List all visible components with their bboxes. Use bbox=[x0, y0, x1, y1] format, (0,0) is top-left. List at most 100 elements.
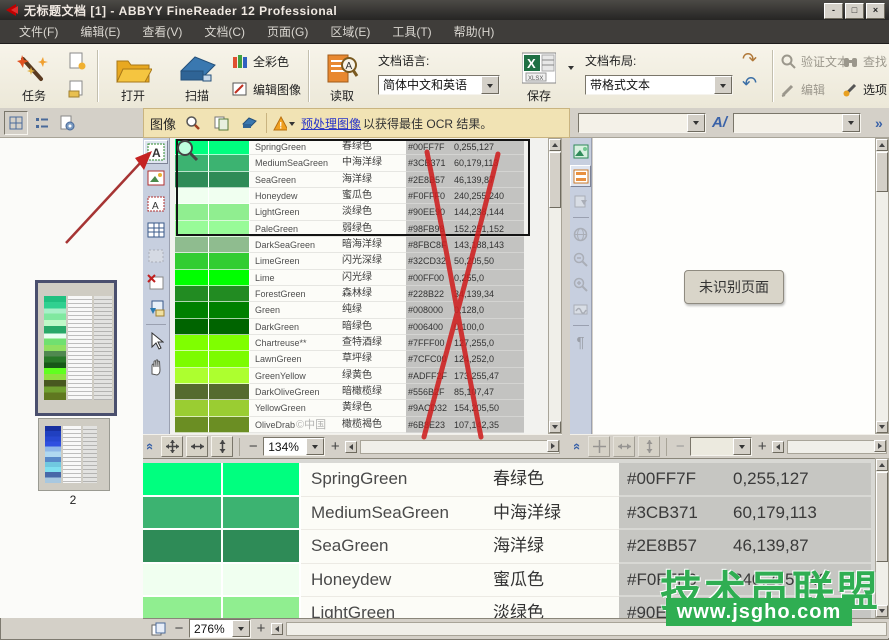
more-tools-button[interactable]: » bbox=[875, 115, 883, 131]
scroll-up-button[interactable] bbox=[876, 459, 888, 471]
verify-text-button[interactable]: 验证文本 bbox=[781, 51, 849, 71]
scroll-thumb[interactable] bbox=[876, 472, 888, 562]
maximize-button[interactable]: □ bbox=[845, 3, 864, 19]
thumbnails-view-button[interactable] bbox=[4, 111, 28, 135]
new-page-button[interactable] bbox=[64, 49, 90, 73]
style-combobox[interactable] bbox=[578, 113, 706, 133]
zoom-out-button[interactable]: − bbox=[673, 438, 687, 455]
chevron-down-icon[interactable] bbox=[687, 114, 705, 132]
minimize-button[interactable]: - bbox=[824, 3, 843, 19]
scroll-thumb[interactable] bbox=[876, 152, 888, 192]
delete-region-tool[interactable] bbox=[144, 270, 168, 294]
text-view[interactable]: 未识别页面 bbox=[593, 138, 875, 435]
collapse-panel-button[interactable]: « bbox=[143, 443, 158, 450]
image-vertical-scrollbar[interactable] bbox=[548, 138, 562, 434]
show-layout-button[interactable] bbox=[570, 165, 591, 187]
sign-text-button[interactable] bbox=[570, 298, 591, 320]
scroll-down-button[interactable] bbox=[549, 421, 561, 433]
task-button[interactable]: 任务 bbox=[8, 46, 60, 104]
open-button[interactable]: 打开 bbox=[104, 46, 162, 104]
zoom-out-button[interactable]: − bbox=[172, 620, 186, 637]
page-properties-button[interactable] bbox=[56, 112, 78, 134]
scroll-up-button[interactable] bbox=[876, 139, 888, 151]
menu-item[interactable]: 页面(G) bbox=[256, 20, 319, 43]
recognize-region-tool[interactable] bbox=[144, 244, 168, 268]
zoom-window-button[interactable] bbox=[147, 618, 169, 640]
show-image-button[interactable] bbox=[570, 140, 591, 162]
collapse-panel-button[interactable]: « bbox=[570, 443, 585, 450]
doc-layout-combobox[interactable]: 带格式文本 bbox=[585, 75, 733, 95]
font-combobox[interactable] bbox=[733, 113, 861, 133]
save-button[interactable]: XXLSX 保存 bbox=[516, 46, 562, 104]
text-region-tool[interactable]: A bbox=[144, 140, 168, 164]
zoom-tool-button[interactable] bbox=[182, 112, 204, 134]
undo-button[interactable]: ↶ bbox=[742, 72, 757, 94]
rescan-page-button[interactable] bbox=[238, 112, 260, 134]
text-horizontal-scrollbar[interactable] bbox=[787, 440, 887, 454]
zoom-in-button[interactable]: + bbox=[328, 438, 342, 455]
chevron-down-icon[interactable] bbox=[481, 76, 499, 94]
region-selection-rect[interactable] bbox=[176, 139, 530, 236]
edit-image-button[interactable]: 编辑图像 bbox=[232, 79, 301, 99]
find-button[interactable]: 查找 bbox=[843, 51, 887, 71]
scroll-thumb[interactable] bbox=[549, 152, 561, 208]
scroll-left-button[interactable] bbox=[271, 623, 283, 635]
text-zoom-combobox[interactable] bbox=[690, 437, 752, 456]
image-horizontal-scrollbar[interactable] bbox=[360, 440, 560, 454]
zoom-in-button[interactable]: + bbox=[755, 438, 769, 455]
chevron-down-icon[interactable] bbox=[842, 114, 860, 132]
select-tool[interactable] bbox=[144, 329, 168, 353]
chevron-down-icon[interactable] bbox=[714, 76, 732, 94]
picture-region-tool[interactable] bbox=[144, 166, 168, 190]
transfer-text-button[interactable] bbox=[570, 190, 591, 212]
text-vertical-scrollbar[interactable] bbox=[875, 138, 889, 434]
panel-zoom-combobox[interactable]: 276% bbox=[189, 619, 251, 638]
fit-height-button[interactable] bbox=[211, 436, 233, 457]
chevron-down-icon[interactable] bbox=[733, 438, 751, 455]
menu-item[interactable]: 查看(V) bbox=[131, 20, 193, 43]
close-button[interactable]: × bbox=[866, 3, 885, 19]
save-dropdown-button[interactable] bbox=[568, 70, 574, 88]
add-image-button[interactable] bbox=[64, 77, 90, 101]
read-button[interactable]: A 读取 bbox=[316, 46, 368, 104]
show-formatting-button[interactable]: ¶ bbox=[570, 331, 591, 353]
menu-item[interactable]: 工具(T) bbox=[381, 20, 442, 43]
table-region-tool[interactable] bbox=[144, 218, 168, 242]
menu-item[interactable]: 编辑(E) bbox=[69, 20, 131, 43]
menu-item[interactable]: 文件(F) bbox=[8, 20, 69, 43]
scroll-down-button[interactable] bbox=[876, 421, 888, 433]
menu-item[interactable]: 帮助(H) bbox=[443, 20, 506, 43]
zoom-in-page-button[interactable] bbox=[570, 273, 591, 295]
fit-width-button[interactable] bbox=[613, 436, 635, 457]
warning-dropdown[interactable]: ! bbox=[273, 112, 295, 134]
panel-splitter[interactable] bbox=[562, 138, 570, 458]
scroll-right-button[interactable] bbox=[874, 440, 886, 452]
fit-width-button[interactable] bbox=[186, 436, 208, 457]
page-thumbnail-2[interactable] bbox=[38, 418, 110, 491]
zoom-out-button[interactable]: − bbox=[246, 438, 260, 455]
menu-item[interactable]: 区域(E) bbox=[319, 20, 381, 43]
edit-button[interactable]: 编辑 bbox=[781, 79, 849, 99]
fit-height-button[interactable] bbox=[638, 436, 660, 457]
chevron-down-icon[interactable] bbox=[232, 620, 250, 637]
scroll-left-button[interactable] bbox=[345, 441, 357, 453]
details-view-button[interactable] bbox=[31, 112, 53, 134]
pan-tool[interactable] bbox=[144, 355, 168, 379]
scroll-right-button[interactable] bbox=[547, 440, 559, 452]
doc-language-combobox[interactable]: 简体中文和英语 bbox=[378, 75, 500, 95]
redo-button[interactable]: ↷ bbox=[742, 48, 757, 70]
copy-page-button[interactable] bbox=[210, 112, 232, 134]
image-zoom-combobox[interactable]: 134% bbox=[263, 437, 325, 456]
chevron-down-icon[interactable] bbox=[306, 438, 324, 455]
scroll-left-button[interactable] bbox=[772, 441, 784, 453]
export-web-button[interactable] bbox=[570, 223, 591, 245]
reorder-regions-tool[interactable] bbox=[144, 296, 168, 320]
fit-page-button[interactable] bbox=[588, 436, 610, 457]
preprocess-image-link[interactable]: 预处理图像 bbox=[301, 115, 361, 132]
zoom-in-button[interactable]: + bbox=[254, 620, 268, 637]
full-color-button[interactable]: 全彩色 bbox=[232, 51, 301, 71]
menu-item[interactable]: 文档(C) bbox=[193, 20, 256, 43]
zoom-out-page-button[interactable] bbox=[570, 248, 591, 270]
scroll-up-button[interactable] bbox=[549, 139, 561, 151]
page-thumbnail-1[interactable] bbox=[35, 280, 117, 416]
